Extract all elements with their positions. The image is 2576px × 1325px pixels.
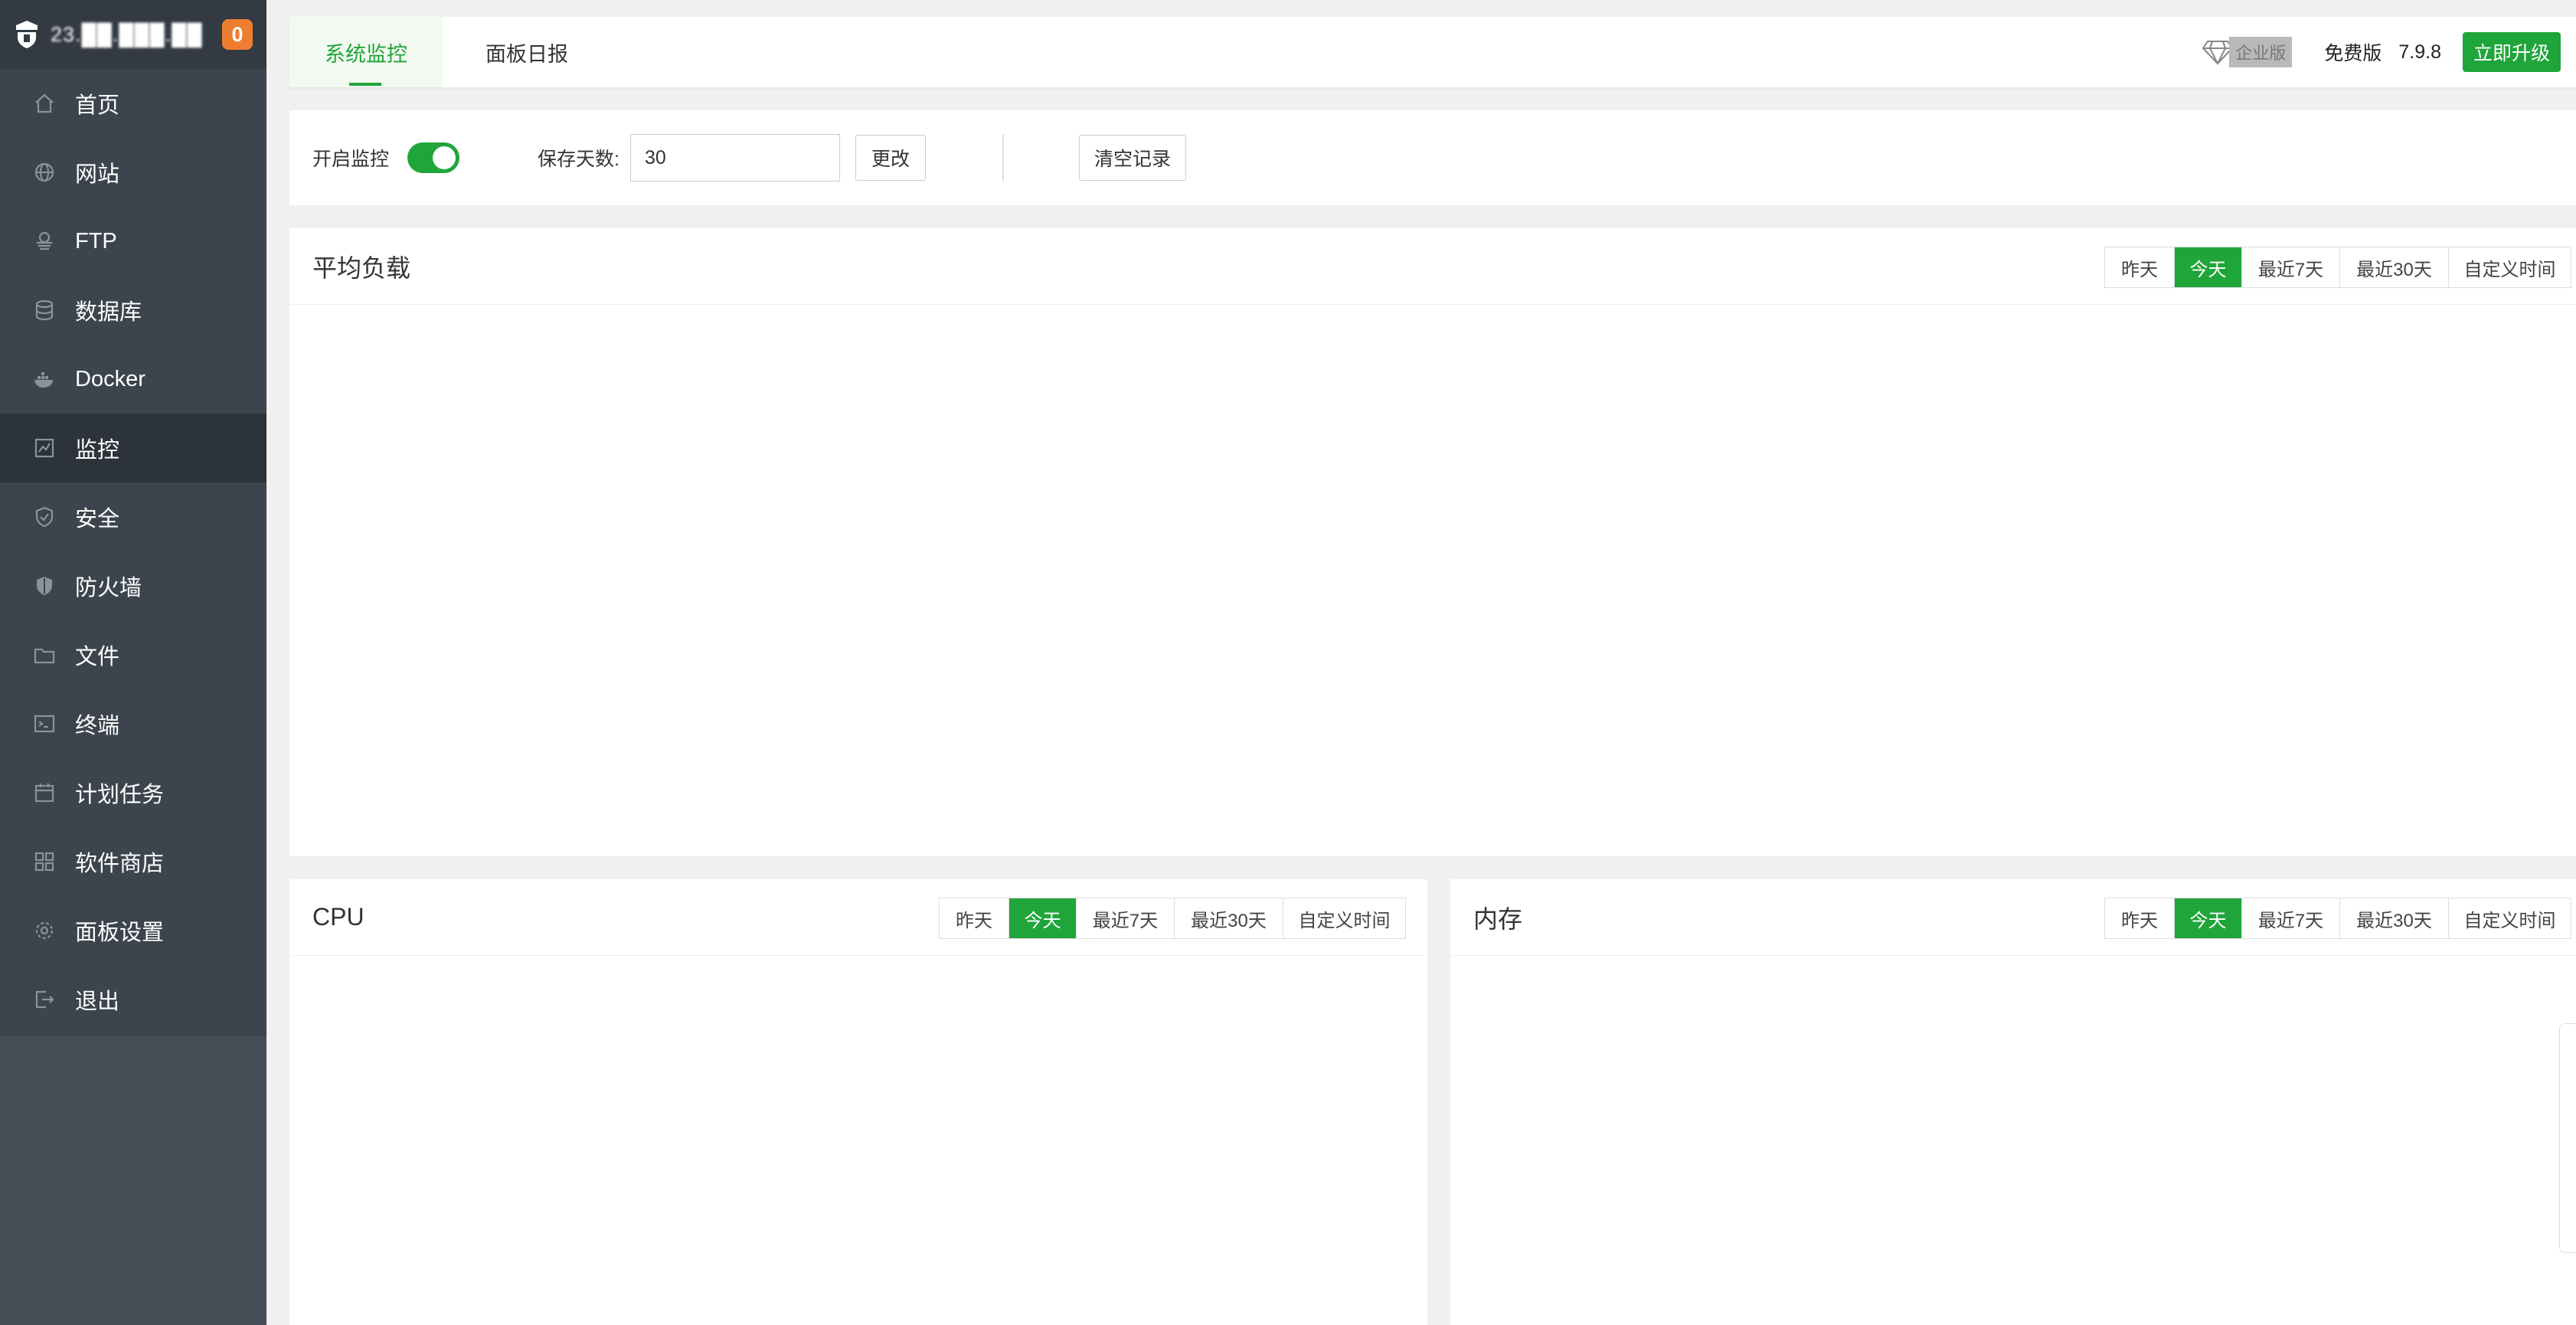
sidebar: 23.██.███.██ 0 首页 网站 FTP 数据库 Docker 监控 安… bbox=[0, 0, 266, 1325]
sidebar-item-logout[interactable]: 退出 bbox=[0, 965, 266, 1034]
gear-icon bbox=[31, 917, 58, 944]
cpu-panel: CPU 昨天 今天 最近7天 最近30天 自定义时间 bbox=[289, 879, 1427, 1325]
memory-panel: 内存 昨天 今天 最近7天 最近30天 自定义时间 bbox=[1450, 879, 2576, 1325]
sidebar-item-label: 防火墙 bbox=[75, 576, 142, 600]
sidebar-item-files[interactable]: 文件 bbox=[0, 620, 266, 689]
shield-icon bbox=[31, 503, 58, 531]
sidebar-item-label: 安全 bbox=[75, 507, 120, 532]
sidebar-item-monitor[interactable]: 监控 bbox=[0, 414, 266, 483]
sidebar-item-label: 计划任务 bbox=[75, 783, 165, 807]
server-name: 23.██.███.██ bbox=[51, 22, 203, 46]
sidebar-item-label: 数据库 bbox=[75, 300, 142, 325]
version-label: 7.9.8 bbox=[2398, 41, 2441, 63]
save-days-label: 保存天数: bbox=[538, 149, 619, 170]
panel-title: 内存 bbox=[1473, 905, 1523, 933]
sidebar-nav: 首页 网站 FTP 数据库 Docker 监控 安全 防火墙 文件 终端 计划任… bbox=[0, 69, 266, 1034]
globe-icon bbox=[31, 159, 58, 186]
range-yesterday[interactable]: 昨天 bbox=[2105, 898, 2174, 938]
main-content: 系统监控 面板日报 企业版 免费版 7.9.8 立即升级 开启监控 保存天数: … bbox=[266, 0, 2576, 1325]
time-range-group: 昨天 今天 最近7天 最近30天 自定义时间 bbox=[2104, 247, 2571, 288]
sidebar-item-label: 退出 bbox=[75, 990, 120, 1014]
tab-system-monitor[interactable]: 系统监控 bbox=[289, 17, 443, 87]
change-button[interactable]: 更改 bbox=[855, 135, 926, 181]
monitor-settings-bar: 开启监控 保存天数: 更改 清空记录 bbox=[289, 110, 2576, 205]
docker-icon bbox=[31, 365, 58, 393]
divider bbox=[1002, 135, 1004, 181]
range-custom[interactable]: 自定义时间 bbox=[2448, 898, 2571, 938]
terminal-icon bbox=[31, 710, 58, 738]
range-7-days[interactable]: 最近7天 bbox=[2241, 247, 2339, 287]
topbar-right: 企业版 免费版 7.9.8 立即升级 bbox=[2202, 32, 2576, 72]
sidebar-item-label: 网站 bbox=[75, 162, 120, 187]
top-tab-bar: 系统监控 面板日报 企业版 免费版 7.9.8 立即升级 bbox=[289, 17, 2576, 87]
ftp-icon bbox=[31, 227, 58, 255]
save-days-input[interactable] bbox=[629, 134, 840, 182]
sidebar-item-security[interactable]: 安全 bbox=[0, 483, 266, 551]
enterprise-badge: 企业版 bbox=[2229, 37, 2293, 67]
range-30-days[interactable]: 最近30天 bbox=[1174, 898, 1283, 938]
edition-label: 免费版 bbox=[2324, 43, 2382, 64]
sidebar-item-database[interactable]: 数据库 bbox=[0, 276, 266, 345]
monitor-toggle[interactable] bbox=[407, 142, 460, 173]
sidebar-item-terminal[interactable]: 终端 bbox=[0, 689, 266, 758]
sidebar-header: 23.██.███.██ 0 bbox=[0, 0, 266, 69]
sidebar-item-cron[interactable]: 计划任务 bbox=[0, 758, 266, 827]
range-30-days[interactable]: 最近30天 bbox=[2339, 247, 2448, 287]
calendar-icon bbox=[31, 779, 58, 806]
sidebar-item-label: 文件 bbox=[75, 645, 120, 669]
cpu-chart-area bbox=[289, 956, 1427, 1325]
load-average-panel: 平均负载 昨天 今天 最近7天 最近30天 自定义时间 bbox=[289, 228, 2576, 856]
monitor-icon bbox=[31, 434, 58, 462]
range-7-days[interactable]: 最近7天 bbox=[2241, 898, 2339, 938]
range-today[interactable]: 今天 bbox=[1008, 898, 1076, 938]
load-chart-area bbox=[289, 305, 2576, 856]
enterprise-link[interactable]: 企业版 bbox=[2202, 37, 2293, 67]
sidebar-item-store[interactable]: 软件商店 bbox=[0, 827, 266, 896]
upgrade-button[interactable]: 立即升级 bbox=[2462, 32, 2561, 72]
sidebar-item-firewall[interactable]: 防火墙 bbox=[0, 551, 266, 620]
sidebar-item-label: 软件商店 bbox=[75, 852, 165, 876]
sidebar-item-docker[interactable]: Docker bbox=[0, 345, 266, 414]
range-7-days[interactable]: 最近7天 bbox=[1076, 898, 1174, 938]
sidebar-item-label: FTP bbox=[75, 228, 117, 254]
sidebar-item-label: 终端 bbox=[75, 714, 120, 738]
home-icon bbox=[31, 90, 58, 117]
logo-icon bbox=[16, 21, 38, 48]
time-range-group: 昨天 今天 最近7天 最近30天 自定义时间 bbox=[2104, 898, 2571, 939]
range-today[interactable]: 今天 bbox=[2174, 247, 2241, 287]
sidebar-item-label: 面板设置 bbox=[75, 921, 165, 945]
range-30-days[interactable]: 最近30天 bbox=[2339, 898, 2448, 938]
sidebar-item-ftp[interactable]: FTP bbox=[0, 207, 266, 276]
side-drawer-handle[interactable] bbox=[2559, 1023, 2576, 1253]
sidebar-item-label: 监控 bbox=[75, 438, 120, 463]
memory-chart-area bbox=[1450, 956, 2576, 1325]
sidebar-item-label: 首页 bbox=[75, 93, 120, 118]
sidebar-item-settings[interactable]: 面板设置 bbox=[0, 896, 266, 965]
tab-panel-daily-report[interactable]: 面板日报 bbox=[443, 17, 611, 87]
sidebar-footer-space bbox=[0, 1035, 266, 1325]
time-range-group: 昨天 今天 最近7天 最近30天 自定义时间 bbox=[939, 898, 1406, 939]
range-today[interactable]: 今天 bbox=[2174, 898, 2241, 938]
firewall-icon bbox=[31, 572, 58, 600]
notification-badge[interactable]: 0 bbox=[222, 19, 253, 50]
range-yesterday[interactable]: 昨天 bbox=[940, 898, 1008, 938]
database-icon bbox=[31, 296, 58, 324]
clear-records-button[interactable]: 清空记录 bbox=[1078, 135, 1186, 181]
sidebar-item-website[interactable]: 网站 bbox=[0, 138, 266, 207]
panel-title: CPU bbox=[312, 903, 364, 931]
range-yesterday[interactable]: 昨天 bbox=[2105, 247, 2174, 287]
range-custom[interactable]: 自定义时间 bbox=[2448, 247, 2571, 287]
sidebar-item-home[interactable]: 首页 bbox=[0, 69, 266, 138]
folder-icon bbox=[31, 641, 58, 669]
apps-icon bbox=[31, 848, 58, 875]
logout-icon bbox=[31, 986, 58, 1013]
panel-title: 平均负载 bbox=[312, 254, 411, 282]
monitor-toggle-label: 开启监控 bbox=[312, 149, 390, 170]
range-custom[interactable]: 自定义时间 bbox=[1283, 898, 1405, 938]
sidebar-item-label: Docker bbox=[75, 366, 145, 391]
